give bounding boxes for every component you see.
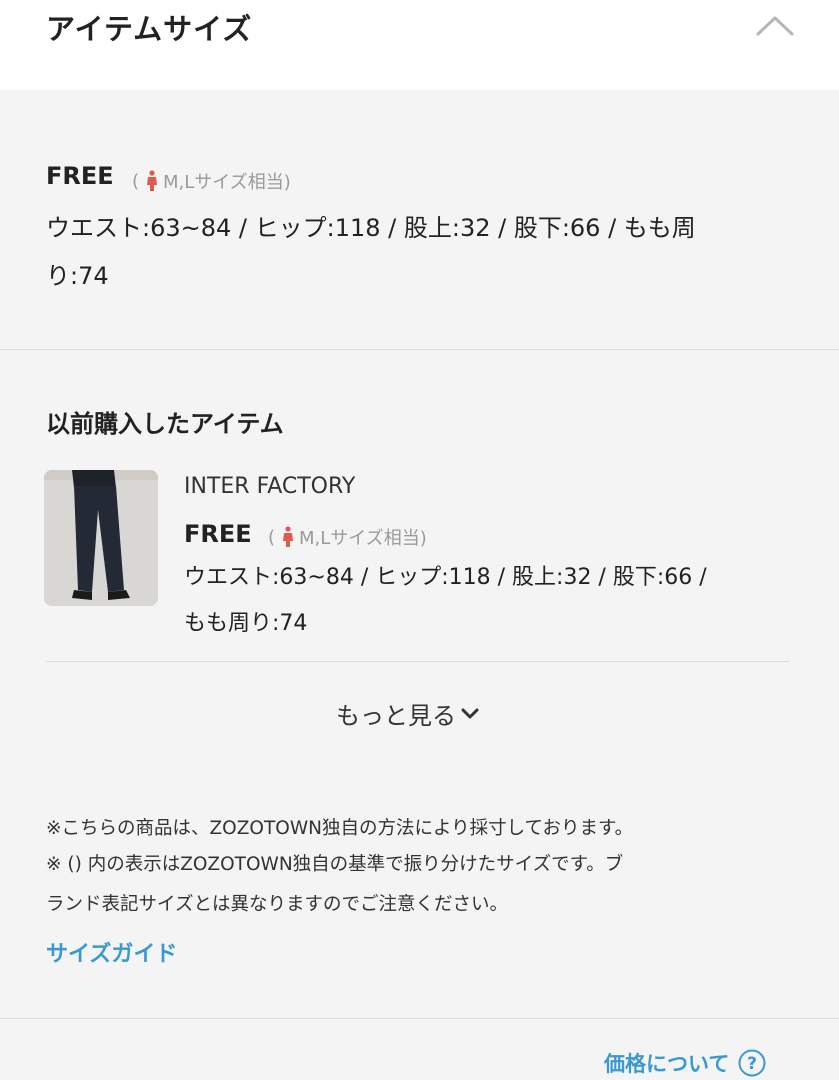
section-heading: アイテムサイズ — [46, 12, 253, 46]
item-size-header[interactable]: アイテムサイズ — [0, 0, 839, 90]
note-open-paren: ( — [132, 170, 140, 192]
item-photo — [44, 470, 158, 606]
size-guide-link[interactable]: サイズガイド — [46, 936, 177, 968]
measurements-line-2: り:74 — [46, 262, 109, 290]
item-measurements-line-2: もも周り:74 — [184, 611, 308, 636]
price-info-link[interactable]: 価格について ? — [604, 1048, 767, 1078]
note-text: M,Lサイズ相当) — [299, 528, 427, 549]
divider — [0, 1018, 839, 1019]
person-icon — [283, 526, 294, 547]
size-label: FREE — [46, 162, 114, 190]
note-line-3: ランド表記サイズとは異なりますのでご注意ください。 — [46, 894, 508, 915]
show-more-label: もっと見る — [336, 702, 456, 730]
measurements-line-1: ウエスト:63~84 / ヒップ:118 / 股上:32 / 股下:66 / も… — [46, 214, 696, 242]
item-brand: INTER FACTORY — [184, 474, 356, 499]
item-size-equivalent-note: ( M,Lサイズ相当) — [268, 524, 427, 550]
chevron-down-icon — [461, 708, 479, 718]
item-measurements-line-1: ウエスト:63~84 / ヒップ:118 / 股上:32 / 股下:66 / — [184, 565, 707, 590]
note-line-2: ※ () 内の表示はZOZOTOWN独自の基準で振り分けたサイズです。ブ — [46, 854, 624, 875]
previous-purchases-title: 以前購入したアイテム — [46, 410, 284, 438]
size-equivalent-note: ( M,Lサイズ相当) — [132, 168, 291, 194]
svg-text:?: ? — [747, 1054, 757, 1074]
note-open-paren: ( — [268, 526, 276, 548]
item-thumbnail[interactable] — [44, 470, 158, 606]
divider — [0, 349, 839, 350]
chevron-up-icon[interactable] — [752, 10, 798, 40]
question-circle-icon: ? — [738, 1049, 766, 1077]
divider — [46, 661, 789, 662]
note-text: M,Lサイズ相当) — [163, 172, 291, 193]
price-info-label: 価格について — [604, 1052, 730, 1076]
person-icon — [147, 170, 158, 191]
note-line-1: ※こちらの商品は、ZOZOTOWN独自の方法により採寸しております。 — [46, 818, 634, 839]
item-size-label: FREE — [184, 520, 252, 548]
show-more-button[interactable]: もっと見る — [336, 696, 480, 731]
